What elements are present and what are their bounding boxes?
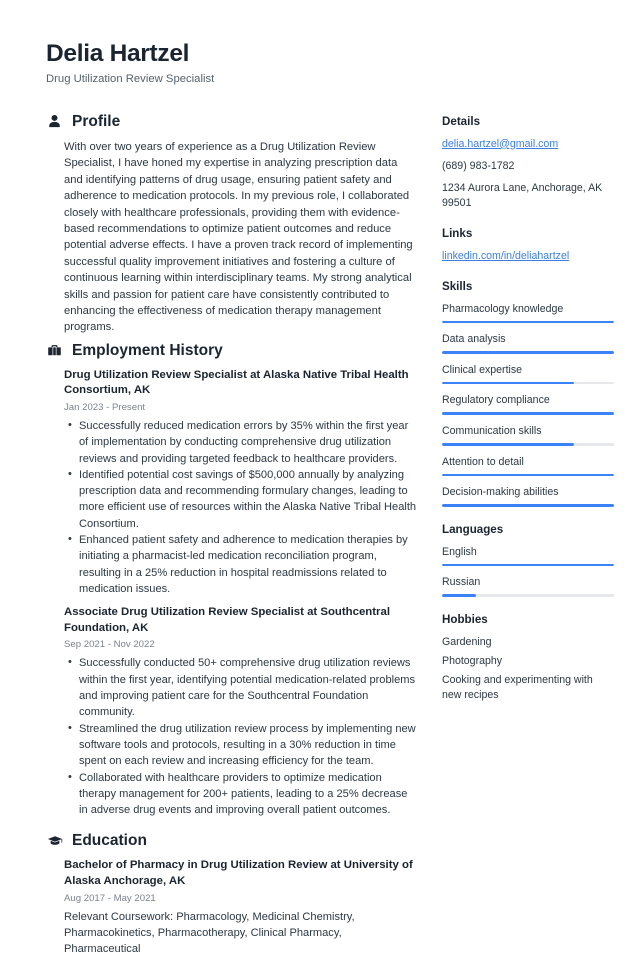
skill-meter — [442, 381, 614, 385]
skill-meter — [442, 320, 614, 324]
graduation-cap-icon — [46, 832, 63, 849]
resume-columns: Profile With over two years of experienc… — [46, 113, 614, 966]
skill-label: Pharmacology knowledge — [442, 302, 564, 315]
skill-item: Clinical expertise — [442, 363, 614, 385]
profile-section-header: Profile — [46, 113, 418, 130]
user-icon — [46, 113, 63, 130]
language-item: Russian — [442, 575, 614, 597]
briefcase-icon — [46, 342, 63, 359]
skill-meter-fill — [442, 473, 614, 477]
bullet-item: Identified potential cost savings of $50… — [68, 466, 418, 532]
bullet-item: Enhanced patient safety and adherence to… — [68, 531, 418, 597]
education-section-header: Education — [46, 832, 418, 849]
languages-title: Languages — [442, 522, 504, 536]
employment-section: Employment History Drug Utilization Revi… — [46, 342, 418, 819]
skill-label: Clinical expertise — [442, 363, 523, 376]
skill-label: Data analysis — [442, 333, 506, 346]
links-block: Links linkedin.com/in/deliahartzel — [442, 227, 614, 264]
language-item: English — [442, 545, 614, 567]
skill-meter-fill — [442, 351, 614, 354]
main-column: Profile With over two years of experienc… — [46, 113, 418, 966]
profile-section: Profile With over two years of experienc… — [46, 113, 418, 336]
skill-meter — [442, 473, 614, 477]
skills-block: Skills Pharmacology knowledge Data analy… — [442, 280, 614, 507]
skill-item: Data analysis — [442, 332, 614, 354]
languages-block: Languages English Russian — [442, 523, 614, 597]
employment-entry-title: Drug Utilization Review Specialist at Al… — [64, 368, 409, 397]
skill-meter — [442, 351, 614, 354]
education-body: Bachelor of Pharmacy in Drug Utilization… — [46, 858, 418, 957]
skill-item: Pharmacology knowledge — [442, 302, 614, 324]
hobby-item: Cooking and experimenting with new recip… — [442, 674, 593, 702]
skill-meter-fill — [442, 504, 614, 507]
details-block: Details delia.hartzel@gmail.com (689) 98… — [442, 115, 614, 211]
hobbies-block: Hobbies Gardening Photography Cooking an… — [442, 613, 614, 704]
linkedin-link[interactable]: linkedin.com/in/deliahartzel — [442, 249, 614, 264]
employment-entry: Associate Drug Utilization Review Specia… — [64, 605, 418, 818]
skill-meter — [442, 412, 614, 415]
address-text: 1234 Aurora Lane, Anchorage, AK 99501 — [442, 181, 603, 209]
skill-meter — [442, 442, 614, 446]
bullet-item: Streamlined the drug utilization review … — [68, 720, 418, 770]
employment-title: Employment History — [72, 341, 223, 359]
skill-label: Attention to detail — [442, 455, 524, 468]
skill-meter-fill — [442, 442, 575, 446]
skill-item: Communication skills — [442, 424, 614, 446]
employment-entry-bullets: Successfully reduced medication errors b… — [64, 417, 418, 597]
employment-entry-title: Associate Drug Utilization Review Specia… — [64, 606, 390, 634]
phone-text: (689) 983-1782 — [442, 159, 515, 172]
skill-item: Attention to detail — [442, 455, 614, 477]
employment-entry: Drug Utilization Review Specialist at Al… — [64, 368, 418, 597]
bullet-item: Collaborated with healthcare providers t… — [68, 769, 418, 819]
resume-page: Delia Hartzel Drug Utilization Review Sp… — [0, 0, 640, 955]
skill-label: Communication skills — [442, 424, 542, 437]
employment-entry-bullets: Successfully conducted 50+ comprehensive… — [64, 654, 418, 819]
links-title: Links — [442, 226, 473, 240]
skill-label: Regulatory compliance — [442, 394, 550, 407]
bullet-item: Successfully reduced medication errors b… — [68, 417, 418, 467]
skills-title: Skills — [442, 279, 473, 293]
education-entry-title: Bachelor of Pharmacy in Drug Utilization… — [64, 859, 413, 888]
language-meter-fill — [442, 563, 614, 567]
employment-body: Drug Utilization Review Specialist at Al… — [46, 368, 418, 819]
profile-text: With over two years of experience as a D… — [64, 140, 413, 334]
email-link[interactable]: delia.hartzel@gmail.com — [442, 137, 614, 152]
bullet-item: Successfully conducted 50+ comprehensive… — [68, 654, 418, 720]
education-title: Education — [72, 832, 147, 850]
language-meter — [442, 594, 614, 597]
education-entry: Bachelor of Pharmacy in Drug Utilization… — [64, 858, 418, 957]
employment-entry-date: Sep 2021 - Nov 2022 — [64, 639, 155, 651]
skill-meter-fill — [442, 320, 614, 324]
employment-section-header: Employment History — [46, 342, 418, 359]
profile-body: With over two years of experience as a D… — [46, 139, 418, 336]
education-entry-date: Aug 2017 - May 2021 — [64, 892, 156, 904]
education-section: Education Bachelor of Pharmacy in Drug U… — [46, 832, 418, 957]
candidate-job-title: Drug Utilization Review Specialist — [46, 73, 215, 86]
language-label: English — [442, 545, 477, 558]
hobbies-title: Hobbies — [442, 612, 488, 626]
education-coursework: Relevant Coursework: Pharmacology, Medic… — [64, 910, 355, 956]
details-title: Details — [442, 114, 481, 128]
resume-header: Delia Hartzel Drug Utilization Review Sp… — [46, 40, 612, 87]
skill-item: Decision-making abilities — [442, 485, 614, 507]
language-label: Russian — [442, 576, 481, 589]
language-meter — [442, 563, 614, 567]
candidate-name: Delia Hartzel — [46, 40, 190, 67]
skill-meter — [442, 504, 614, 507]
skill-item: Regulatory compliance — [442, 393, 614, 415]
skill-meter-fill — [442, 412, 614, 415]
hobby-item: Photography — [442, 654, 503, 667]
employment-entry-date: Jan 2023 - Present — [64, 402, 146, 413]
hobby-item: Gardening — [442, 635, 492, 648]
skill-label: Decision-making abilities — [442, 486, 559, 499]
language-meter-fill — [442, 594, 477, 597]
profile-title: Profile — [72, 112, 121, 130]
sidebar-column: Details delia.hartzel@gmail.com (689) 98… — [442, 113, 614, 720]
skill-meter-fill — [442, 381, 575, 385]
